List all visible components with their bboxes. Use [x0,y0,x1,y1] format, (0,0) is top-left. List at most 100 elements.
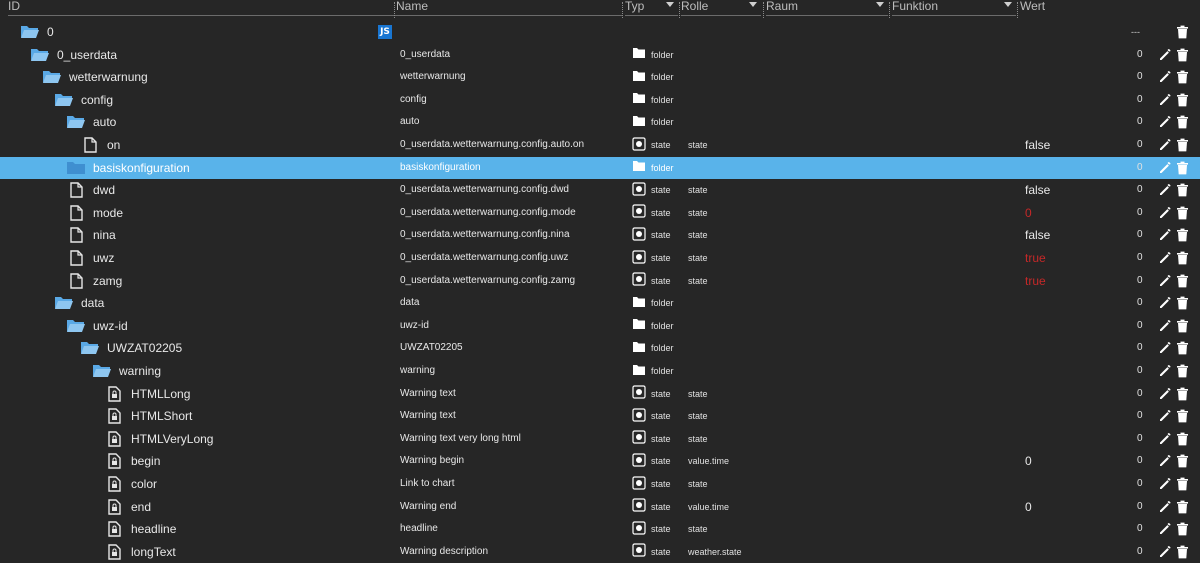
tree-node[interactable]: warning [92,360,161,382]
file-lock-icon[interactable] [104,544,124,560]
tree-row-HTMLLong[interactable]: HTMLLong Warning text state state 0 [0,383,1200,406]
object-value[interactable]: 0 [1025,450,1032,472]
pencil-icon[interactable] [1158,70,1172,84]
object-value[interactable]: true [1025,270,1046,292]
folder-icon[interactable] [66,160,86,176]
object-value[interactable]: 0 [1025,496,1032,518]
pencil-icon[interactable] [1158,432,1172,446]
tree-row-0_userdata[interactable]: 0_userdata 0_userdata folder 0 [0,44,1200,67]
trash-icon[interactable] [1176,183,1189,197]
object-value[interactable]: false [1025,134,1050,156]
tree-row-zamg[interactable]: zamg 0_userdata.wetterwarnung.config.zamg… [0,270,1200,293]
trash-icon[interactable] [1176,296,1189,310]
header-separator[interactable] [622,2,623,18]
header-wert[interactable]: Wert [1020,0,1130,16]
tree-row-HTMLVeryLong[interactable]: HTMLVeryLong Warning text very long html s… [0,428,1200,451]
trash-icon[interactable] [1176,341,1189,355]
header-typ-filter[interactable]: Typ [625,0,678,16]
object-value[interactable]: true [1025,247,1046,269]
tree-row-end[interactable]: end Warning end state value.time 0 0 [0,496,1200,519]
tree-row-0[interactable]: 0 JS --- [0,21,1200,44]
trash-icon[interactable] [1176,161,1189,175]
file-icon[interactable] [66,182,86,198]
object-value[interactable]: false [1025,179,1050,201]
file-icon[interactable] [66,205,86,221]
tree-node[interactable]: 0_userdata [30,44,117,66]
tree-node[interactable]: HTMLLong [104,383,190,405]
trash-icon[interactable] [1176,25,1189,39]
javascript-badge-icon[interactable]: JS [378,25,392,39]
tree-node[interactable]: uwz-id [66,315,128,337]
tree-row-config[interactable]: config config folder 0 [0,89,1200,112]
folder-open-icon[interactable] [66,114,86,130]
tree-node[interactable]: headline [104,518,176,540]
tree-row-uwz[interactable]: uwz 0_userdata.wetterwarnung.config.uwz st… [0,247,1200,270]
tree-node[interactable]: uwz [66,247,114,269]
file-lock-icon[interactable] [104,385,124,402]
trash-icon[interactable] [1176,387,1189,401]
trash-icon[interactable] [1176,93,1189,107]
file-icon[interactable] [66,272,86,289]
header-name[interactable]: Name [396,0,622,16]
folder-open-icon[interactable] [42,69,62,85]
pencil-icon[interactable] [1158,364,1172,378]
file-icon[interactable] [66,250,86,266]
tree-node[interactable]: auto [66,111,116,133]
file-lock-icon[interactable] [104,431,124,447]
pencil-icon[interactable] [1158,409,1172,423]
tree-node[interactable]: zamg [66,270,122,292]
folder-open-icon[interactable] [20,24,40,40]
tree-row-uwz-id[interactable]: uwz-id uwz-id folder 0 [0,315,1200,338]
tree-row-HTMLShort[interactable]: HTMLShort Warning text state state 0 [0,405,1200,428]
file-icon[interactable] [66,227,86,244]
trash-icon[interactable] [1176,70,1189,84]
trash-icon[interactable] [1176,432,1189,446]
tree-row-color[interactable]: color Link to chart state state 0 [0,473,1200,496]
pencil-icon[interactable] [1158,115,1172,129]
trash-icon[interactable] [1176,319,1189,333]
tree-row-on[interactable]: on 0_userdata.wetterwarnung.config.auto.o… [0,134,1200,157]
trash-icon[interactable] [1176,545,1189,559]
tree-row-dwd[interactable]: dwd 0_userdata.wetterwarnung.config.dwd st… [0,179,1200,202]
tree-node[interactable]: dwd [66,179,115,201]
pencil-icon[interactable] [1158,251,1172,265]
file-icon[interactable] [80,137,100,153]
pencil-icon[interactable] [1158,522,1172,536]
trash-icon[interactable] [1176,138,1189,152]
tree-node[interactable]: HTMLVeryLong [104,428,213,450]
trash-icon[interactable] [1176,115,1189,129]
pencil-icon[interactable] [1158,138,1172,152]
tree-row-data[interactable]: data data folder 0 [0,292,1200,315]
file-lock-icon[interactable] [104,498,124,515]
pencil-icon[interactable] [1158,183,1172,197]
folder-open-icon[interactable] [54,295,74,311]
pencil-icon[interactable] [1158,161,1172,175]
tree-node[interactable]: begin [104,450,160,472]
folder-open-icon[interactable] [54,92,74,108]
tree-row-longText[interactable]: longText Warning description state weather.… [0,541,1200,563]
tree-row-headline[interactable]: headline headline state state 0 [0,518,1200,541]
header-separator[interactable] [889,2,890,18]
pencil-icon[interactable] [1158,206,1172,220]
header-separator[interactable] [679,2,680,18]
pencil-icon[interactable] [1158,500,1172,514]
folder-open-icon[interactable] [92,363,112,379]
trash-icon[interactable] [1176,409,1189,423]
tree-node[interactable]: wetterwarnung [42,66,148,88]
object-value[interactable]: false [1025,224,1050,246]
folder-open-icon[interactable] [30,47,50,63]
pencil-icon[interactable] [1158,93,1172,107]
tree-node[interactable]: color [104,473,157,495]
pencil-icon[interactable] [1158,228,1172,242]
pencil-icon[interactable] [1158,319,1172,333]
pencil-icon[interactable] [1158,274,1172,288]
trash-icon[interactable] [1176,274,1189,288]
tree-node[interactable]: basiskonfiguration [66,157,190,179]
pencil-icon[interactable] [1158,545,1172,559]
trash-icon[interactable] [1176,454,1189,468]
header-funktion-filter[interactable]: Funktion [892,0,1016,16]
tree-row-warning[interactable]: warning warning folder 0 [0,360,1200,383]
folder-open-icon[interactable] [66,318,86,334]
file-lock-icon[interactable] [104,476,124,492]
trash-icon[interactable] [1176,48,1189,62]
